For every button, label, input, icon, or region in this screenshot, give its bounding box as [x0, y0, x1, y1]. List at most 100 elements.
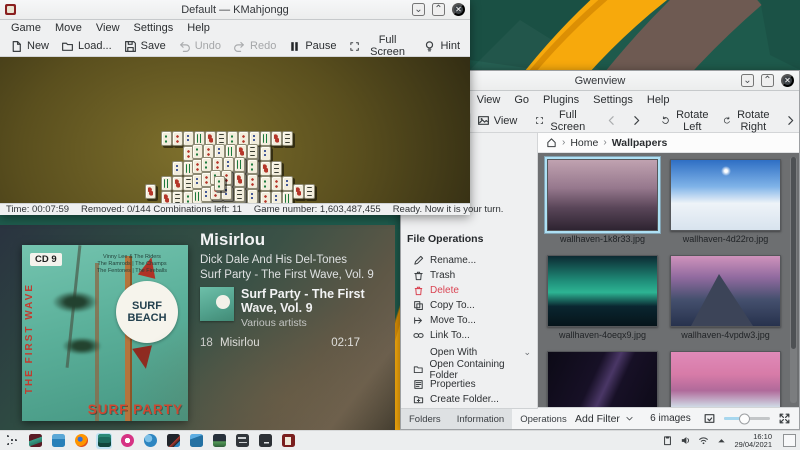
taskbar-dolphin-file-manager[interactable] — [50, 433, 66, 449]
mahjongg-tile[interactable] — [304, 184, 315, 199]
taskbar-settings-app[interactable] — [234, 433, 250, 449]
file-op-delete[interactable]: Delete — [407, 283, 531, 298]
sidebar-tab-information[interactable]: Information — [449, 409, 513, 429]
menu-item-settings[interactable]: Settings — [127, 22, 181, 34]
menu-item-plugins[interactable]: Plugins — [536, 94, 586, 106]
file-op-link-to[interactable]: Link To... — [407, 328, 531, 343]
mahjongg-tile[interactable] — [161, 131, 172, 146]
mahjongg-tile[interactable] — [282, 131, 293, 146]
file-op-copy-to[interactable]: Copy To... — [407, 298, 531, 313]
back-button[interactable] — [599, 112, 624, 129]
view-button[interactable]: View — [471, 112, 524, 129]
file-op-move-to[interactable]: Move To... — [407, 313, 531, 328]
taskbar-music-player-elisa[interactable] — [96, 433, 112, 449]
mahjongg-tile[interactable] — [212, 202, 223, 203]
sidebar-tab-operations[interactable]: Operations — [512, 409, 574, 429]
mahjongg-tile[interactable] — [161, 191, 172, 203]
mahjongg-tile[interactable] — [271, 161, 282, 176]
thumbnail-image[interactable] — [547, 351, 658, 407]
tray-volume[interactable] — [680, 435, 691, 446]
taskbar-konsole-terminal[interactable] — [257, 433, 273, 449]
redo-button[interactable]: Redo — [227, 38, 282, 55]
file-op-trash[interactable]: Trash — [407, 268, 531, 283]
menu-item-help[interactable]: Help — [180, 22, 217, 34]
forward-button[interactable] — [624, 112, 649, 129]
thumbnail-scrollbar[interactable] — [790, 157, 797, 403]
mahjongg-tile[interactable] — [271, 191, 282, 203]
show-desktop-button[interactable] — [783, 434, 796, 447]
mahjongg-tile[interactable] — [234, 202, 245, 203]
save-button[interactable]: Save — [118, 38, 172, 55]
file-op-rename[interactable]: Rename... — [407, 253, 531, 268]
close-button[interactable]: ✕ — [452, 3, 465, 16]
minimize-button[interactable]: ⌄ — [412, 3, 425, 16]
full-screen-button[interactable]: Full Screen — [343, 32, 418, 60]
mahjongg-tile[interactable] — [260, 161, 271, 176]
menu-item-view[interactable]: View — [89, 22, 127, 34]
mahjongg-tile[interactable] — [172, 161, 183, 176]
kmahjongg-titlebar[interactable]: Default — KMahjongg ⌄ ⌃ ✕ — [0, 0, 470, 20]
zoom-slider[interactable] — [724, 417, 770, 420]
tray-clipboard[interactable] — [662, 435, 673, 446]
mahjongg-tile[interactable] — [214, 176, 225, 191]
mahjongg-tile[interactable] — [260, 146, 271, 161]
mahjongg-tile[interactable] — [247, 144, 258, 159]
mahjongg-tile[interactable] — [161, 176, 172, 191]
file-op-create-folder[interactable]: Create Folder... — [407, 392, 531, 407]
mahjongg-tile[interactable] — [172, 176, 183, 191]
mahjongg-tile[interactable] — [223, 202, 234, 203]
sidebar-tab-folders[interactable]: Folders — [401, 409, 449, 429]
taskbar-blue-app[interactable] — [188, 433, 204, 449]
mahjongg-tile[interactable] — [247, 174, 258, 189]
mahjongg-tile[interactable] — [260, 191, 271, 203]
menu-item-game[interactable]: Game — [4, 22, 48, 34]
breadcrumb-current-folder[interactable]: Wallpapers — [612, 137, 668, 149]
full-screen-button[interactable]: Full Screen — [529, 107, 593, 135]
file-op-open-containing-folder[interactable]: Open Containing Folder — [407, 362, 531, 377]
menu-item-help[interactable]: Help — [640, 94, 677, 106]
close-button[interactable]: ✕ — [781, 74, 794, 87]
tray-network[interactable] — [698, 435, 709, 446]
taskbar-video-app[interactable] — [27, 433, 43, 449]
mahjongg-tile[interactable] — [172, 131, 183, 146]
home-icon[interactable] — [546, 137, 557, 148]
taskbar-app-launcher[interactable] — [4, 433, 20, 449]
load-button[interactable]: Load... — [55, 38, 118, 55]
mahjongg-tile[interactable] — [234, 187, 245, 202]
maximize-button[interactable]: ⌃ — [432, 3, 445, 16]
mahjongg-tile[interactable] — [271, 176, 282, 191]
slider-handle[interactable] — [739, 413, 750, 424]
mahjongg-tile[interactable] — [260, 176, 271, 191]
thumbnail-image[interactable] — [547, 159, 658, 231]
maximize-button[interactable]: ⌃ — [761, 74, 774, 87]
rotate-right-button[interactable]: Rotate Right — [717, 107, 778, 135]
new-button[interactable]: New — [4, 38, 55, 55]
mahjongg-tile[interactable] — [260, 131, 271, 146]
pause-button[interactable]: Pause — [282, 38, 342, 55]
mahjongg-tile[interactable] — [234, 172, 245, 187]
mahjongg-tile[interactable] — [247, 159, 258, 174]
zoom-expand-icon[interactable] — [778, 412, 791, 425]
thumbnail-item[interactable]: wallhaven-1k8r33.jpg — [546, 159, 659, 245]
rotate-left-button[interactable]: Rotate Left — [655, 107, 716, 135]
thumbnail-image[interactable] — [670, 255, 781, 327]
mahjongg-tile[interactable] — [282, 191, 293, 203]
thumbnail-item[interactable]: wallhaven-4d22ro.jpg — [669, 159, 782, 245]
scrollbar-thumb[interactable] — [791, 157, 796, 349]
undo-button[interactable]: Undo — [172, 38, 227, 55]
mahjongg-tile[interactable] — [271, 131, 282, 146]
toolbar-overflow-button[interactable] — [778, 112, 800, 129]
taskbar-photo-night-app[interactable] — [165, 433, 181, 449]
mahjongg-tile[interactable] — [201, 202, 212, 203]
menu-item-settings[interactable]: Settings — [586, 94, 640, 106]
taskbar-media-player[interactable] — [119, 433, 135, 449]
thumbnail-image[interactable] — [670, 351, 781, 407]
mahjongg-tile[interactable] — [234, 157, 245, 172]
hint-button[interactable]: Hint — [417, 38, 466, 55]
taskbar-kmahjongg-app[interactable] — [280, 433, 296, 449]
menu-item-move[interactable]: Move — [48, 22, 89, 34]
playlist-track-row[interactable]: 18 Misirlou 02:17 — [200, 337, 360, 349]
add-filter-dropdown[interactable]: Add Filter — [571, 413, 638, 425]
taskbar-web-globe-app[interactable] — [142, 433, 158, 449]
menu-item-view[interactable]: View — [470, 94, 508, 106]
